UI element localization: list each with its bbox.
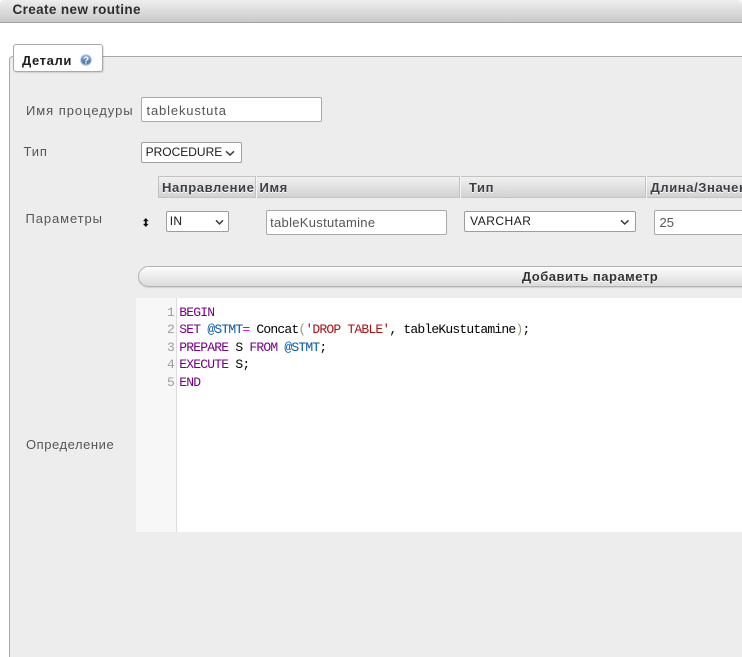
- svg-text:?: ?: [83, 56, 89, 67]
